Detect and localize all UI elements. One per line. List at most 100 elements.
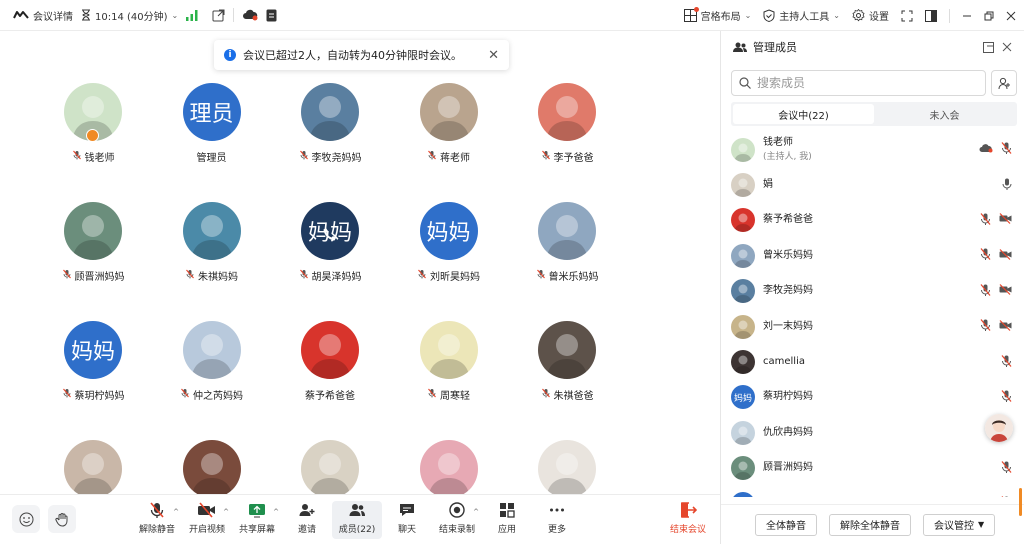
more-button[interactable]: 更多	[532, 501, 582, 539]
participant-avatar	[419, 83, 478, 141]
share-screen-button[interactable]: 共享屏幕 ^	[232, 501, 282, 539]
floating-self-avatar[interactable]	[985, 414, 1013, 442]
mic-off-icon[interactable]	[1001, 496, 1012, 497]
member-name-block: 钱老师 (主持人, 我)	[763, 137, 812, 162]
host-tools-button[interactable]: 主持人工具 ⌄	[763, 8, 840, 23]
camera-off-icon[interactable]	[999, 213, 1012, 227]
camera-off-icon[interactable]	[999, 284, 1012, 298]
end-record-button[interactable]: 结束录制 ^	[432, 501, 482, 539]
member-row[interactable]: 钱老师 (主持人, 我)	[721, 132, 1024, 167]
member-status-icons	[1001, 390, 1012, 405]
participant-tile[interactable]: 蔡予希爸爸	[271, 321, 389, 402]
caret-up-icon[interactable]: ^	[473, 508, 479, 516]
caret-up-icon[interactable]: ^	[173, 508, 179, 516]
participant-tile[interactable]	[153, 440, 271, 494]
grid-layout-button[interactable]: 宫格布局 ⌄	[683, 7, 751, 23]
participant-tile[interactable]: 顾晋洲妈妈	[34, 202, 152, 283]
participant-tile[interactable]: 妈妈 蔡玥柠妈妈	[34, 321, 152, 402]
member-row[interactable]: 顾晋洲妈妈	[721, 451, 1024, 486]
participant-tile[interactable]	[34, 440, 152, 494]
timer-button[interactable]: 10:14 (40分钟) ⌄	[81, 8, 178, 23]
raise-hand-button[interactable]	[48, 505, 76, 533]
participant-tile[interactable]: 妈妈 刘昕昊妈妈	[390, 202, 508, 283]
close-icon[interactable]	[1006, 11, 1016, 21]
member-row[interactable]: 曾米乐妈妈	[721, 238, 1024, 273]
member-name-block: 蔡玥柠妈妈	[763, 391, 813, 403]
participant-tile[interactable]: 李牧尧妈妈	[271, 83, 389, 164]
participant-tile[interactable]: 朱祺妈妈	[153, 202, 271, 283]
avatar-photo	[546, 334, 588, 379]
mic-off-icon[interactable]	[980, 248, 991, 263]
fullscreen-icon[interactable]	[901, 10, 913, 22]
external-link-icon[interactable]	[212, 9, 225, 22]
member-search-box[interactable]	[731, 70, 986, 96]
document-icon[interactable]	[266, 9, 277, 22]
participant-tile[interactable]: 钱老师	[34, 83, 152, 164]
participant-tile[interactable]: 周寒轻	[390, 321, 508, 402]
start-video-button[interactable]: 开启视频 ^	[182, 501, 232, 539]
reaction-button[interactable]	[12, 505, 40, 533]
member-row[interactable]: 仇欣冉妈妈	[721, 415, 1024, 450]
camera-off-icon[interactable]	[999, 319, 1012, 334]
chat-button[interactable]: 聊天	[382, 501, 432, 539]
record-icon	[448, 501, 466, 519]
mic-off-icon[interactable]	[1001, 142, 1012, 157]
participant-tile[interactable]: 仲之芮妈妈	[153, 321, 271, 402]
meeting-info-button[interactable]: 会议详情	[13, 8, 73, 23]
member-status-icons	[1001, 496, 1012, 497]
mute-all-button[interactable]: 全体静音	[755, 513, 817, 536]
mic-off-icon[interactable]	[980, 283, 991, 299]
member-row[interactable]: 妈妈 蔡玥柠妈妈	[721, 380, 1024, 415]
minimize-icon[interactable]	[962, 11, 972, 21]
unmute-all-button[interactable]: 解除全体静音	[829, 513, 911, 536]
settings-button[interactable]: 设置	[852, 8, 889, 23]
member-name: 刘一末妈妈	[763, 320, 813, 332]
member-row[interactable]: 蔡予希爸爸	[721, 203, 1024, 238]
camera-off-icon[interactable]	[999, 248, 1012, 263]
apps-button[interactable]: 应用	[482, 501, 532, 539]
chat-icon	[398, 501, 416, 519]
participant-tile[interactable]: 李予爸爸	[508, 83, 626, 164]
participant-name: 朱祺爸爸	[508, 387, 626, 402]
participant-tile[interactable]: 妈妈 胡昊泽妈妈	[271, 202, 389, 283]
tab-not-joined[interactable]: 未入会	[874, 104, 1015, 124]
unmute-button[interactable]: 解除静音 ^	[132, 501, 182, 539]
sidebar-toggle-icon[interactable]	[925, 9, 937, 22]
mic-off-icon[interactable]	[1001, 460, 1012, 476]
mic-off-icon	[62, 388, 72, 401]
members-button[interactable]: 成员(22)	[332, 501, 382, 539]
avatar-photo	[72, 215, 114, 260]
member-row[interactable]: 李牧尧妈妈	[721, 274, 1024, 309]
member-row[interactable]: 刘一末妈妈	[721, 309, 1024, 344]
member-search-input[interactable]	[757, 76, 957, 90]
participant-tile[interactable]	[271, 440, 389, 494]
cloud-record-icon[interactable]	[242, 9, 258, 21]
invite-button[interactable]: 邀请	[282, 501, 332, 539]
mic-off-icon[interactable]	[1001, 390, 1012, 405]
participant-tile[interactable]	[508, 440, 626, 494]
caret-up-icon[interactable]: ^	[223, 508, 229, 516]
scroll-indicator	[1019, 488, 1022, 516]
participant-tile[interactable]: 曾米乐妈妈	[508, 202, 626, 283]
close-icon[interactable]	[1002, 42, 1012, 53]
restore-icon[interactable]	[984, 11, 994, 21]
member-row[interactable]	[721, 486, 1024, 497]
mic-icon[interactable]	[1002, 178, 1012, 193]
meeting-control-button[interactable]: 会议管控 ▼	[923, 513, 996, 536]
mic-off-icon[interactable]	[980, 213, 991, 228]
participant-tile[interactable]	[390, 440, 508, 494]
participant-tile[interactable]: 理员 管理员	[153, 83, 271, 164]
participant-tile[interactable]: 朱祺爸爸	[508, 321, 626, 402]
caret-up-icon[interactable]: ^	[273, 508, 279, 516]
member-row[interactable]: 娟	[721, 167, 1024, 202]
tab-in-meeting[interactable]: 会议中(22)	[733, 104, 874, 124]
member-row[interactable]: camellia	[721, 344, 1024, 379]
mic-off-icon[interactable]	[980, 319, 991, 334]
tencent-meeting-logo-icon	[13, 10, 29, 20]
invite-member-button[interactable]	[991, 70, 1017, 96]
popout-icon[interactable]	[983, 41, 994, 53]
participant-tile[interactable]: 蒋老师	[390, 83, 508, 164]
mic-off-icon[interactable]	[1001, 354, 1012, 370]
end-meeting-button[interactable]: 结束会议	[664, 501, 712, 539]
close-icon[interactable]: ✕	[488, 48, 499, 63]
